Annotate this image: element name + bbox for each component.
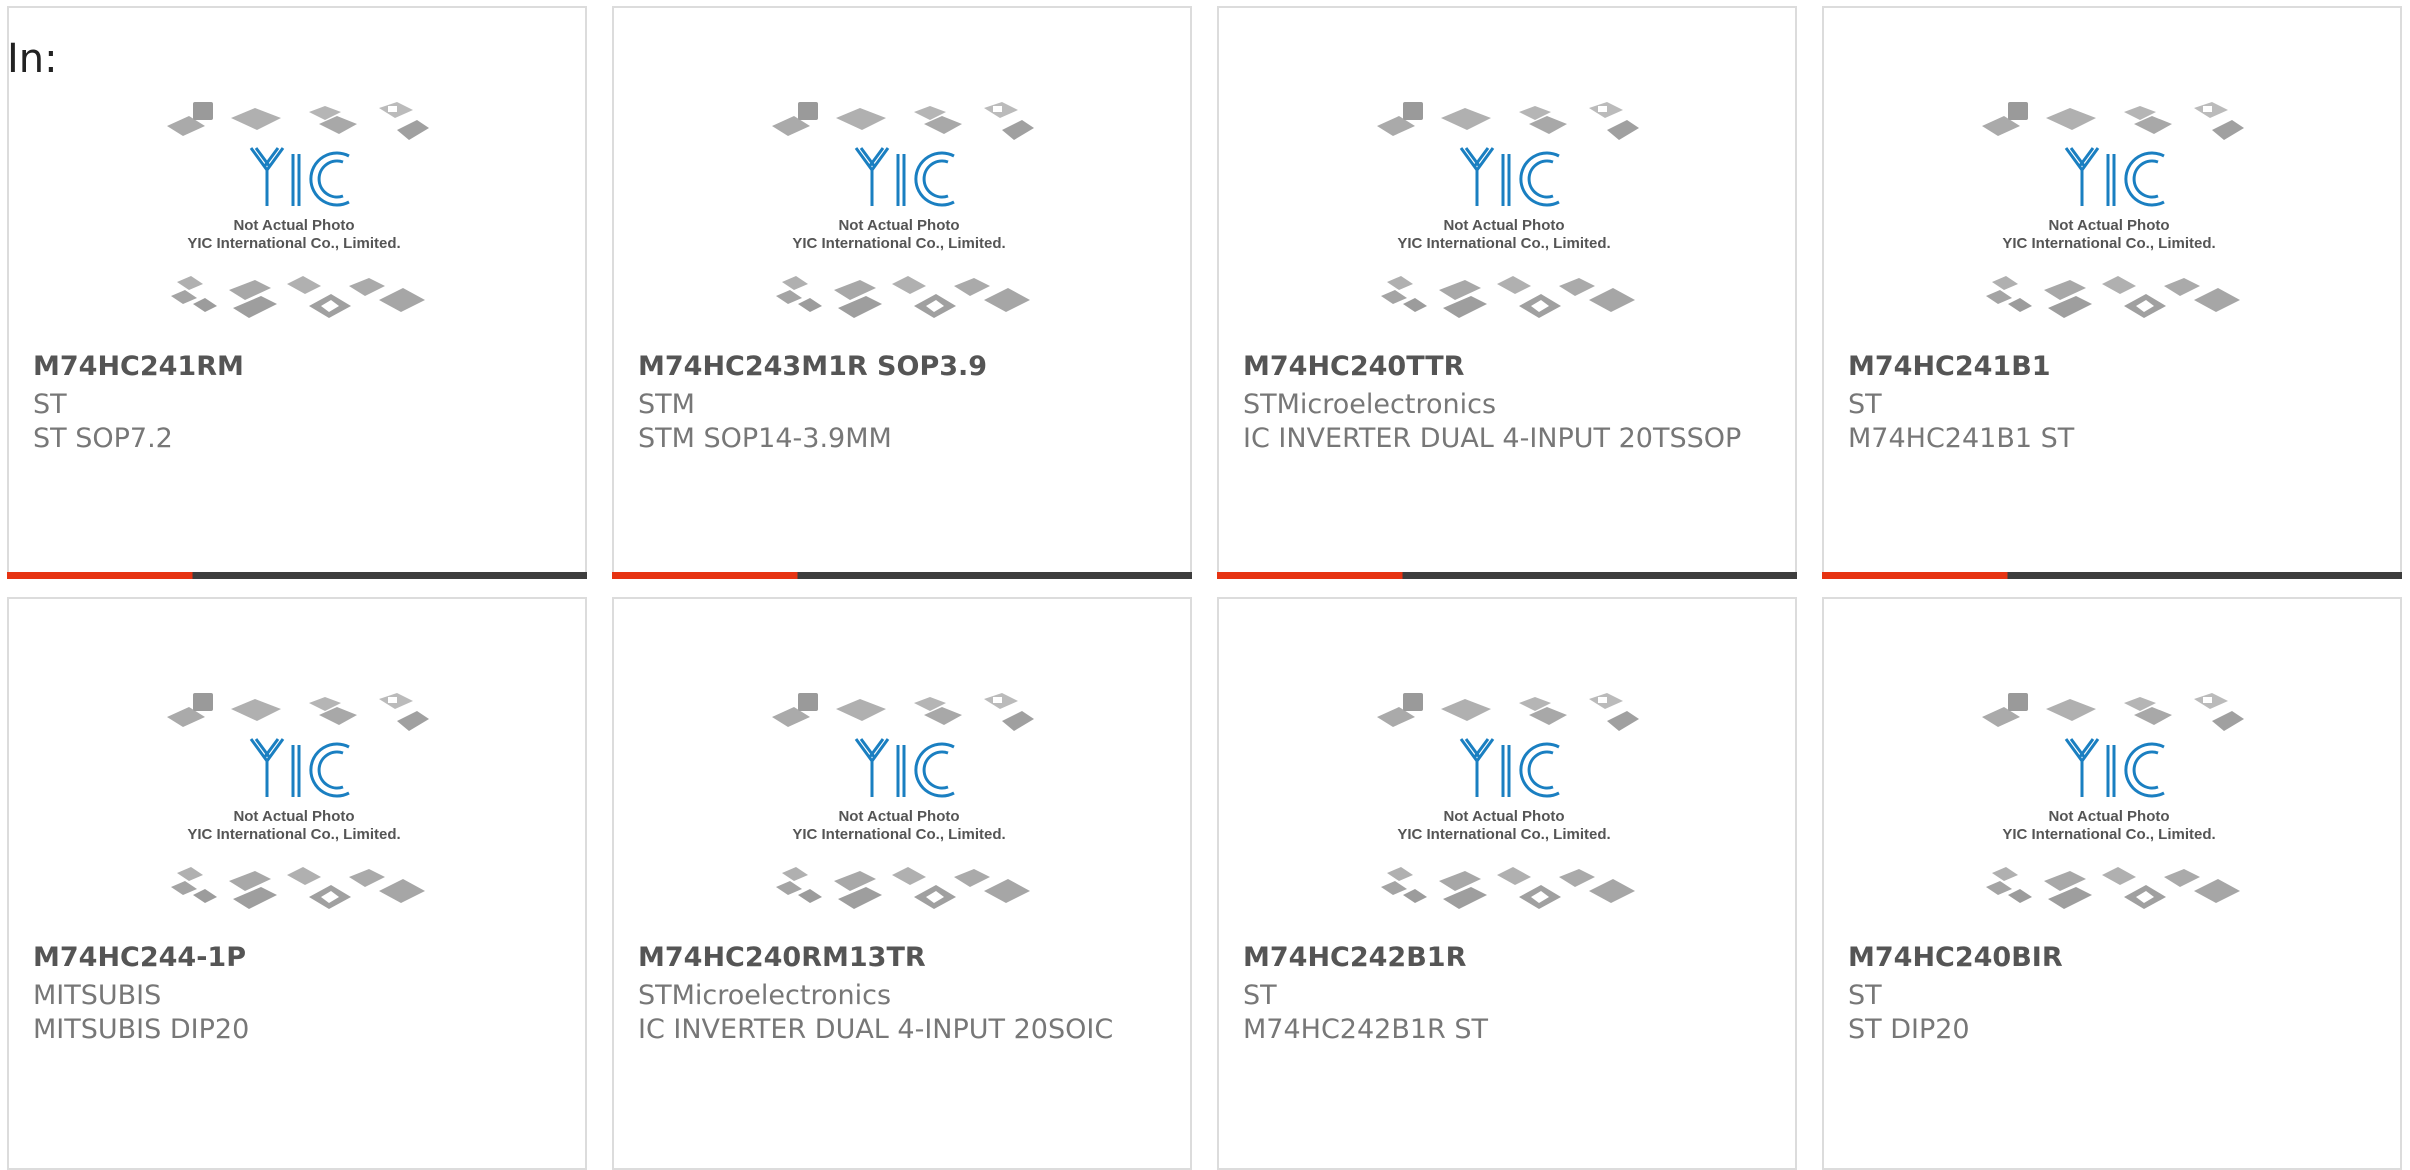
yic-logo — [854, 738, 955, 798]
not-actual-photo-thumbnail: Not Actual Photo YIC International Co., … — [167, 102, 429, 318]
product-card[interactable]: Not Actual Photo YIC International Co., … — [1822, 597, 2402, 1170]
thumbnail-caption-1: Not Actual Photo — [233, 808, 354, 825]
manufacturer: STMicroelectronics — [638, 980, 892, 1011]
in-label: In: — [7, 36, 58, 82]
manufacturer: ST — [1848, 389, 1882, 420]
not-actual-photo-thumbnail: Not Actual Photo YIC International Co., … — [167, 693, 429, 909]
thumbnail-caption-2: YIC International Co., Limited. — [1397, 235, 1610, 252]
card-accent-bar — [612, 572, 1192, 579]
description: ST SOP7.2 — [33, 423, 173, 454]
part-number[interactable]: M74HC242B1R — [1243, 942, 1466, 973]
product-card[interactable]: Not Actual Photo YIC International Co., … — [1217, 6, 1797, 579]
manufacturer: MITSUBIS — [33, 980, 162, 1011]
manufacturer: STMicroelectronics — [1243, 389, 1497, 420]
part-number[interactable]: M74HC240BIR — [1848, 942, 2063, 973]
part-number[interactable]: M74HC241RM — [33, 351, 244, 382]
product-card[interactable]: Not Actual Photo YIC International Co., … — [1822, 6, 2402, 579]
description: IC INVERTER DUAL 4-INPUT 20SOIC — [638, 1014, 1114, 1045]
thumbnail-caption-2: YIC International Co., Limited. — [792, 235, 1005, 252]
product-card[interactable]: Not Actual Photo YIC International Co., … — [7, 597, 587, 1170]
yic-logo — [1459, 738, 1560, 798]
manufacturer: ST — [33, 389, 67, 420]
product-card[interactable]: Not Actual Photo YIC International Co., … — [612, 6, 1192, 579]
not-actual-photo-thumbnail: Not Actual Photo YIC International Co., … — [772, 102, 1034, 318]
not-actual-photo-thumbnail: Not Actual Photo YIC International Co., … — [1377, 693, 1639, 909]
product-card[interactable]: Not Actual Photo YIC International Co., … — [1217, 597, 1797, 1170]
yic-logo — [249, 147, 350, 207]
thumbnail-caption-2: YIC International Co., Limited. — [2002, 235, 2215, 252]
product-grid: Not Actual Photo YIC International Co., … — [7, 6, 2402, 1170]
manufacturer: ST — [1243, 980, 1277, 1011]
thumbnail-caption-1: Not Actual Photo — [2048, 808, 2169, 825]
thumbnail-caption-2: YIC International Co., Limited. — [187, 235, 400, 252]
product-card[interactable]: Not Actual Photo YIC International Co., … — [7, 6, 587, 579]
thumbnail-caption-2: YIC International Co., Limited. — [187, 826, 400, 843]
part-number[interactable]: M74HC241B1 — [1848, 351, 2051, 382]
yic-logo — [1459, 147, 1560, 207]
description: IC INVERTER DUAL 4-INPUT 20TSSOP — [1243, 423, 1742, 454]
not-actual-photo-thumbnail: Not Actual Photo YIC International Co., … — [1982, 693, 2244, 909]
description: M74HC242B1R ST — [1243, 1014, 1489, 1045]
part-number[interactable]: M74HC240TTR — [1243, 351, 1464, 382]
yic-logo — [854, 147, 955, 207]
card-accent-bar — [1822, 572, 2402, 579]
product-card[interactable]: Not Actual Photo YIC International Co., … — [612, 597, 1192, 1170]
thumbnail-caption-1: Not Actual Photo — [838, 808, 959, 825]
thumbnail-caption-2: YIC International Co., Limited. — [1397, 826, 1610, 843]
thumbnail-caption-2: YIC International Co., Limited. — [792, 826, 1005, 843]
manufacturer: ST — [1848, 980, 1882, 1011]
yic-logo — [2064, 147, 2165, 207]
thumbnail-caption-1: Not Actual Photo — [233, 217, 354, 234]
yic-logo — [2064, 738, 2165, 798]
not-actual-photo-thumbnail: Not Actual Photo YIC International Co., … — [1377, 102, 1639, 318]
thumbnail-caption-2: YIC International Co., Limited. — [2002, 826, 2215, 843]
card-accent-bar — [1217, 572, 1797, 579]
yic-logo — [249, 738, 350, 798]
manufacturer: STM — [638, 389, 695, 420]
part-number[interactable]: M74HC244-1P — [33, 942, 246, 973]
thumbnail-caption-1: Not Actual Photo — [1443, 808, 1564, 825]
not-actual-photo-thumbnail: Not Actual Photo YIC International Co., … — [1982, 102, 2244, 318]
part-number[interactable]: M74HC240RM13TR — [638, 942, 926, 973]
part-number[interactable]: M74HC243M1R SOP3.9 — [638, 351, 987, 382]
not-actual-photo-thumbnail: Not Actual Photo YIC International Co., … — [772, 693, 1034, 909]
card-accent-bar — [7, 572, 587, 579]
thumbnail-caption-1: Not Actual Photo — [838, 217, 959, 234]
description: MITSUBIS DIP20 — [33, 1014, 250, 1045]
description: STM SOP14-3.9MM — [638, 423, 892, 454]
description: M74HC241B1 ST — [1848, 423, 2075, 454]
thumbnail-caption-1: Not Actual Photo — [2048, 217, 2169, 234]
thumbnail-caption-1: Not Actual Photo — [1443, 217, 1564, 234]
description: ST DIP20 — [1848, 1014, 1970, 1045]
